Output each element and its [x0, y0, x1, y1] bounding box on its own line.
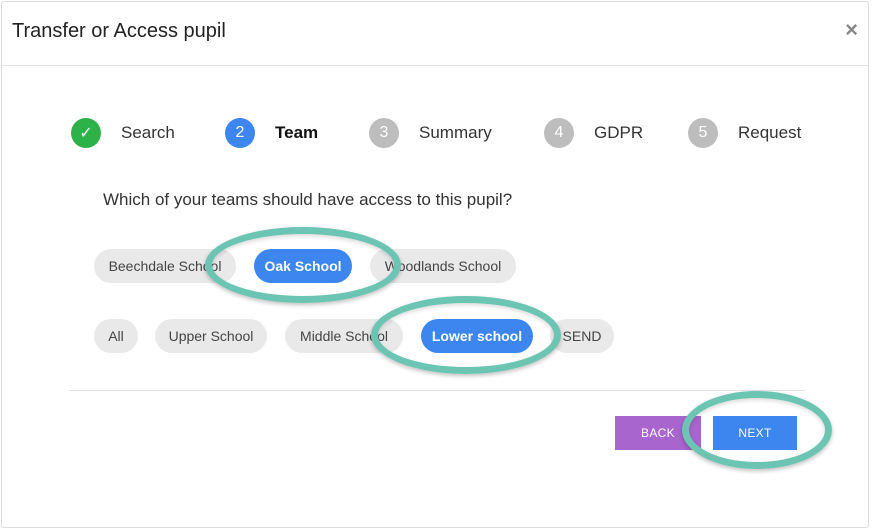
step-team: 2 Team [225, 116, 318, 150]
school-chip-oak[interactable]: Oak School [254, 249, 352, 283]
transfer-dialog: Transfer or Access pupil × ✓ Search 2 Te… [1, 1, 869, 528]
school-chip-woodlands[interactable]: Woodlands School [370, 249, 516, 283]
step-gdpr: 4 GDPR [544, 116, 643, 150]
team-chip-upper-school[interactable]: Upper School [155, 319, 267, 353]
step-label-request: Request [738, 123, 802, 142]
check-icon: ✓ [71, 118, 101, 148]
dialog-title: Transfer or Access pupil [12, 20, 226, 42]
stepper: ✓ Search 2 Team 3 Summary 4 GDPR 5 Reque… [2, 116, 868, 150]
team-chip-lower-school[interactable]: Lower school [421, 319, 533, 353]
school-chip-beechdale[interactable]: Beechdale School [94, 249, 236, 283]
step-label-team: Team [275, 123, 319, 142]
step-number-5: 5 [688, 118, 718, 148]
step-request: 5 Request [688, 116, 801, 150]
step-search: ✓ Search [71, 116, 175, 150]
step-label-summary: Summary [419, 123, 492, 142]
step-number-2: 2 [225, 118, 255, 148]
step-label-gdpr: GDPR [594, 123, 644, 142]
team-question: Which of your teams should have access t… [103, 190, 513, 209]
team-chip-middle-school[interactable]: Middle School [285, 319, 403, 353]
team-chip-all[interactable]: All [94, 319, 138, 353]
divider [69, 390, 805, 391]
back-button[interactable]: BACK [615, 416, 701, 450]
close-icon[interactable]: × [845, 18, 858, 42]
step-label-search: Search [121, 123, 175, 142]
dialog-header: Transfer or Access pupil × [2, 2, 868, 66]
step-summary: 3 Summary [369, 116, 492, 150]
step-number-3: 3 [369, 118, 399, 148]
step-number-4: 4 [544, 118, 574, 148]
team-chip-send[interactable]: SEND [550, 319, 614, 353]
next-button[interactable]: NEXT [713, 416, 797, 450]
